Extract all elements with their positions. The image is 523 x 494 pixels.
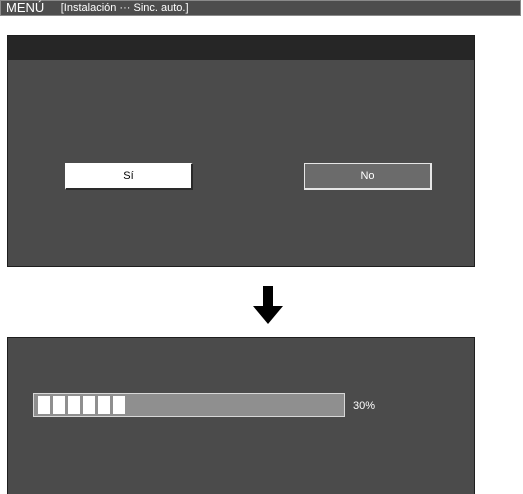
progress-segment [98,396,110,414]
breadcrumb: [Instalación ··· Sinc. auto.] [60,2,189,14]
progress-percent: 30% [353,400,376,412]
progress-segment [38,396,50,414]
yes-button[interactable]: Sí [65,163,193,190]
no-button[interactable]: No [304,163,432,190]
progress-panel: 30% [7,337,475,494]
menu-bar: MENÚ [Instalación ··· Sinc. auto.] [0,0,521,16]
menu-title: MENÚ [6,0,45,15]
confirm-dialog: Sí No [7,35,475,267]
progress-fill [38,396,128,414]
progress-segment [68,396,80,414]
progress-segment [83,396,95,414]
progress-bar [33,393,345,417]
down-arrow-icon [253,286,283,324]
progress-segment [113,396,125,414]
dialog-header [8,36,474,60]
progress-segment [53,396,65,414]
